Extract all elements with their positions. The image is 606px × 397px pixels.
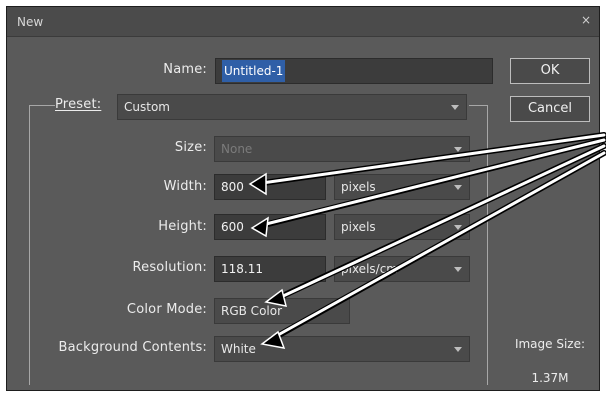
- background-contents-value: White: [221, 342, 256, 356]
- new-document-dialog: New × Name: Untitled-1 Preset: Custom Si…: [6, 6, 600, 391]
- chevron-down-icon: [454, 225, 462, 230]
- height-label: Height:: [158, 219, 207, 234]
- color-mode-dropdown[interactable]: RGB Color: [214, 298, 350, 324]
- preset-label: Preset:: [55, 97, 101, 112]
- preset-dropdown[interactable]: Custom: [117, 94, 467, 120]
- preset-group-left-top: [29, 105, 55, 106]
- dialog-title: New: [17, 15, 44, 29]
- size-label: Size:: [174, 140, 207, 155]
- size-dropdown-value: None: [221, 142, 253, 156]
- ok-button[interactable]: OK: [510, 58, 590, 84]
- preset-label-text: Preset:: [55, 97, 102, 112]
- image-size-label: Image Size:: [514, 337, 586, 351]
- chevron-down-icon: [454, 185, 462, 190]
- image-size-value: 1.37M: [531, 371, 569, 385]
- dialog-titlebar: New ×: [7, 7, 599, 37]
- resolution-label: Resolution:: [132, 260, 207, 275]
- size-dropdown[interactable]: None: [214, 136, 470, 162]
- height-unit-dropdown[interactable]: pixels: [334, 214, 470, 240]
- name-input[interactable]: Untitled-1: [215, 58, 493, 84]
- resolution-unit-dropdown[interactable]: pixels/cm: [334, 256, 470, 282]
- background-contents-dropdown[interactable]: White: [214, 336, 470, 362]
- resolution-input[interactable]: 118.11: [214, 256, 326, 282]
- width-unit-value: pixels: [341, 180, 376, 194]
- preset-dropdown-value: Custom: [124, 100, 170, 114]
- height-unit-value: pixels: [341, 220, 376, 234]
- height-input[interactable]: 600: [214, 214, 326, 240]
- width-input[interactable]: 800: [214, 174, 326, 200]
- chevron-down-icon: [454, 347, 462, 352]
- background-contents-label: Background Contents:: [58, 340, 207, 355]
- name-label: Name:: [163, 62, 207, 77]
- close-icon[interactable]: ×: [579, 13, 593, 27]
- preset-group-right-edge: [487, 105, 488, 385]
- resolution-unit-value: pixels/cm: [341, 262, 398, 276]
- chevron-down-icon: [454, 267, 462, 272]
- width-label: Width:: [163, 179, 207, 194]
- color-mode-value: RGB Color: [221, 304, 283, 318]
- color-mode-label: Color Mode:: [126, 302, 207, 317]
- name-input-value: Untitled-1: [222, 60, 286, 82]
- cancel-button[interactable]: Cancel: [510, 96, 590, 122]
- chevron-down-icon: [454, 147, 462, 152]
- chevron-down-icon: [451, 105, 459, 110]
- preset-group-right-top: [469, 105, 487, 106]
- width-unit-dropdown[interactable]: pixels: [334, 174, 470, 200]
